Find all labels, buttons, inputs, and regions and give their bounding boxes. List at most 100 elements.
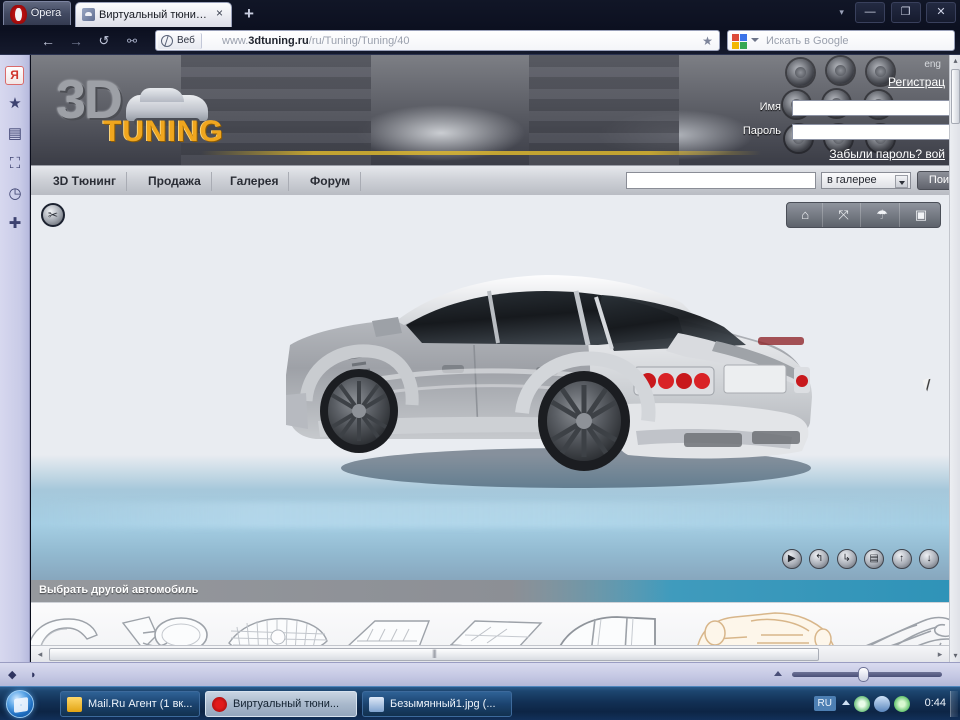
show-hidden-icons-icon[interactable] xyxy=(842,700,850,705)
url-path: /ru/Tuning/Tuning/40 xyxy=(309,35,410,47)
part-item-body-kit[interactable]: Пакеты xyxy=(691,609,841,645)
notes-icon[interactable]: ▤ xyxy=(6,125,24,143)
bookmarks-icon[interactable]: ★ xyxy=(6,95,24,113)
garage-rack-2 xyxy=(529,55,679,165)
site-search-scope-select[interactable]: в галерее xyxy=(821,172,911,189)
opera-menu-button[interactable]: Opera xyxy=(3,1,71,25)
zoom-caret-icon[interactable] xyxy=(774,671,782,676)
mouse-cursor xyxy=(922,378,932,391)
url-domain: 3dtuning.ru xyxy=(248,35,309,47)
taskbar-item-image[interactable]: Безымянный1.jpg (... xyxy=(362,691,512,717)
username-label: Имя xyxy=(760,101,781,113)
part-item-airbrush[interactable]: Аэрография xyxy=(851,609,949,645)
login-box: eng Регистрац Имя Пароль Забыли пароль? … xyxy=(744,55,949,165)
choose-another-car-bar[interactable]: Выбрать другой автомобиль xyxy=(31,580,949,602)
chevron-down-icon[interactable]: ▾ xyxy=(834,2,850,23)
register-link[interactable]: Регистрац xyxy=(888,75,945,89)
site-logo[interactable]: 3D TUNING xyxy=(56,73,226,151)
horizontal-scroll-thumb[interactable] xyxy=(49,648,819,661)
horizontal-scrollbar[interactable]: ◂ ▸ xyxy=(31,645,949,662)
paint-icon[interactable]: ☂ xyxy=(866,203,900,227)
language-indicator[interactable]: RU xyxy=(814,696,836,711)
bookmark-star-icon[interactable]: ★ xyxy=(700,34,715,49)
taskbar-item-opera[interactable]: Виртуальный тюни... xyxy=(205,691,357,717)
taskbar-item-mailru[interactable]: Mail.Ru Агент (1 вк... xyxy=(60,691,200,717)
history-icon[interactable]: ◷ xyxy=(6,185,24,203)
chevron-down-icon[interactable] xyxy=(751,38,759,42)
save-button[interactable]: ▤ xyxy=(864,549,884,569)
air-intake-top-icon xyxy=(333,609,445,645)
forward-icon[interactable]: → xyxy=(66,32,86,50)
vertical-scroll-thumb[interactable] xyxy=(951,69,960,124)
rotate-left-button[interactable]: ↰ xyxy=(809,549,829,569)
show-desktop-button[interactable] xyxy=(950,691,958,717)
part-item-hood-intake[interactable]: Воздух. капота xyxy=(441,609,553,645)
globe-icon xyxy=(161,35,173,47)
new-tab-button[interactable]: + xyxy=(240,5,258,23)
menu-item-forum[interactable]: Форум xyxy=(300,172,361,191)
tools-icon[interactable]: ✂ xyxy=(41,203,65,227)
links-icon[interactable]: ⛶ xyxy=(6,155,24,173)
home-icon[interactable]: ⌂ xyxy=(789,203,823,227)
close-button[interactable]: ✕ xyxy=(926,2,956,23)
url-text: www.3dtuning.ru/ru/Tuning/Tuning/40 xyxy=(222,33,695,49)
vertical-scrollbar[interactable]: ▴ ▾ xyxy=(949,55,960,662)
add-panel-icon[interactable]: ✚ xyxy=(6,215,24,233)
scroll-left-arrow[interactable]: ◂ xyxy=(33,648,47,661)
logo-tuning-text: TUNING xyxy=(103,117,224,147)
scroll-up-arrow[interactable]: ▴ xyxy=(950,55,960,67)
yandex-panel-icon[interactable]: Я xyxy=(5,66,24,85)
status-icon-1[interactable]: ◆ xyxy=(8,669,20,681)
zoom-slider[interactable] xyxy=(792,672,942,677)
address-bar[interactable]: Веб www.3dtuning.ru/ru/Tuning/Tuning/40 … xyxy=(155,30,720,51)
menu-item-3d-tuning[interactable]: 3D Тюнинг xyxy=(43,172,127,191)
opera-side-panel: Я ★ ▤ ⛶ ◷ ✚ xyxy=(0,55,30,685)
taskbar-item-label: Безымянный1.jpg (... xyxy=(390,698,496,710)
tab-close-icon[interactable]: × xyxy=(213,7,226,20)
share-icon[interactable]: ⤧ xyxy=(827,203,861,227)
car-3d-viewer[interactable]: ✂ ⌂ ⤧ ☂ ▣ xyxy=(31,195,949,580)
rotate-right-button[interactable]: ↳ xyxy=(837,549,857,569)
minimize-button[interactable]: — xyxy=(855,2,885,23)
forgot-password-link[interactable]: Забыли пароль? вой xyxy=(829,147,945,161)
username-input[interactable] xyxy=(792,100,949,116)
play-button[interactable]: ▶ xyxy=(782,549,802,569)
camera-icon[interactable]: ▣ xyxy=(904,203,938,227)
mail-icon xyxy=(67,697,82,712)
taskbar-clock[interactable]: 0:44 xyxy=(925,697,946,709)
scroll-right-arrow[interactable]: ▸ xyxy=(933,648,947,661)
upload-button[interactable]: ↑ xyxy=(892,549,912,569)
part-item-mirrors[interactable]: Зеркала xyxy=(109,609,221,645)
wand-icon[interactable]: ⚯ xyxy=(122,32,142,50)
menu-item-sales[interactable]: Продажа xyxy=(138,172,212,191)
download-button[interactable]: ↓ xyxy=(919,549,939,569)
mirror-icon xyxy=(109,609,221,645)
zoom-slider-handle[interactable] xyxy=(858,667,869,682)
part-item-radiator[interactable]: Радиатор xyxy=(221,609,333,645)
menu-item-gallery[interactable]: Галерея xyxy=(220,172,289,191)
site-search-input[interactable] xyxy=(626,172,816,189)
part-item-fender[interactable]: ылья xyxy=(31,609,115,645)
opera-icon xyxy=(212,697,227,712)
start-orb-icon[interactable] xyxy=(6,690,34,718)
browser-tab[interactable]: Виртуальный тюнинг а... × xyxy=(75,2,232,27)
google-icon xyxy=(732,34,747,49)
part-item-window-tint[interactable]: Тонировка стекол xyxy=(551,609,663,645)
site-search-button[interactable]: Пои xyxy=(917,171,949,190)
back-icon[interactable]: ← xyxy=(38,32,58,50)
language-switch[interactable]: eng xyxy=(924,59,941,70)
url-prefix: www. xyxy=(222,35,248,47)
restore-button[interactable]: ❐ xyxy=(891,2,921,23)
search-bar[interactable]: Искать в Google xyxy=(727,30,955,51)
status-icon-2[interactable]: ◗ xyxy=(30,669,42,681)
reload-icon[interactable]: ↺ xyxy=(94,32,114,50)
tray-icon-antivirus[interactable] xyxy=(894,696,910,712)
password-input[interactable] xyxy=(792,124,949,140)
scroll-down-arrow[interactable]: ▾ xyxy=(950,650,960,662)
tray-icon-network[interactable] xyxy=(874,696,890,712)
tray-icon-phone[interactable] xyxy=(854,696,870,712)
window-controls: ▾ — ❐ ✕ xyxy=(834,2,956,24)
site-menu-bar: 3D Тюнинг Продажа Галерея Форум в галере… xyxy=(31,165,949,195)
part-item-air-intake-top[interactable]: Воздух. верхний xyxy=(333,609,445,645)
chevron-down-icon[interactable] xyxy=(895,175,908,188)
